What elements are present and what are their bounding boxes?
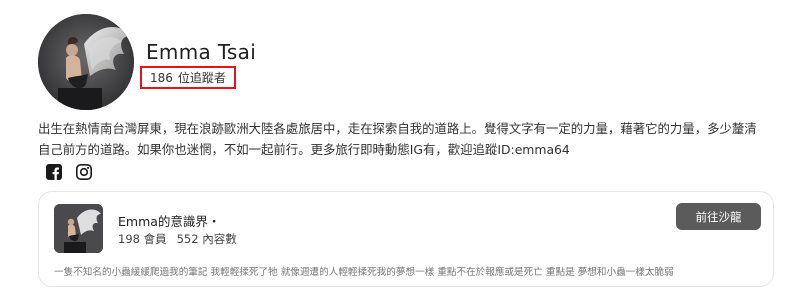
salon-posts: 552 內容數: [176, 232, 237, 246]
followers-label: 位追蹤者: [177, 71, 226, 85]
salon-card[interactable]: Emma的意識界・ 198 會員 552 內容數 前往沙龍 一隻不知名的小蟲緩緩…: [38, 191, 774, 287]
bio-line: 自己前方的道路。如果你也迷惘，不如一起前行。更多旅行即時動態IG有，歡迎追蹤ID…: [38, 142, 570, 157]
social-links: [46, 164, 92, 180]
salon-title[interactable]: Emma的意識界・: [118, 211, 220, 230]
profile-bio: 出生在熱情南台灣屏東，現在浪跡歐洲大陸各處旅居中，走在探索自我的道路上。覺得文字…: [38, 118, 768, 160]
bio-line: 出生在熱情南台灣屏東，現在浪跡歐洲大陸各處旅居中，走在探索自我的道路上。覺得文字…: [38, 121, 757, 136]
salon-description: 一隻不知名的小蟲緩緩爬過我的筆記 我輕輕揉死了牠 就像週遭的人輕輕揉死我的夢想一…: [54, 267, 674, 278]
profile-name: Emma Tsai: [146, 40, 257, 64]
salon-members: 198 會員: [118, 232, 167, 246]
instagram-icon[interactable]: [76, 164, 92, 180]
avatar[interactable]: [38, 14, 134, 110]
salon-avatar-image: [54, 204, 103, 253]
facebook-icon[interactable]: [46, 164, 62, 180]
salon-avatar[interactable]: [54, 204, 103, 253]
followers-count[interactable]: 186 位追蹤者: [140, 66, 236, 89]
avatar-image: [38, 14, 134, 110]
go-to-salon-button[interactable]: 前往沙龍: [676, 203, 761, 230]
salon-stats: 198 會員 552 內容數: [118, 231, 237, 247]
followers-number: 186: [150, 70, 173, 85]
profile-header: Emma Tsai 186 位追蹤者: [38, 14, 778, 114]
